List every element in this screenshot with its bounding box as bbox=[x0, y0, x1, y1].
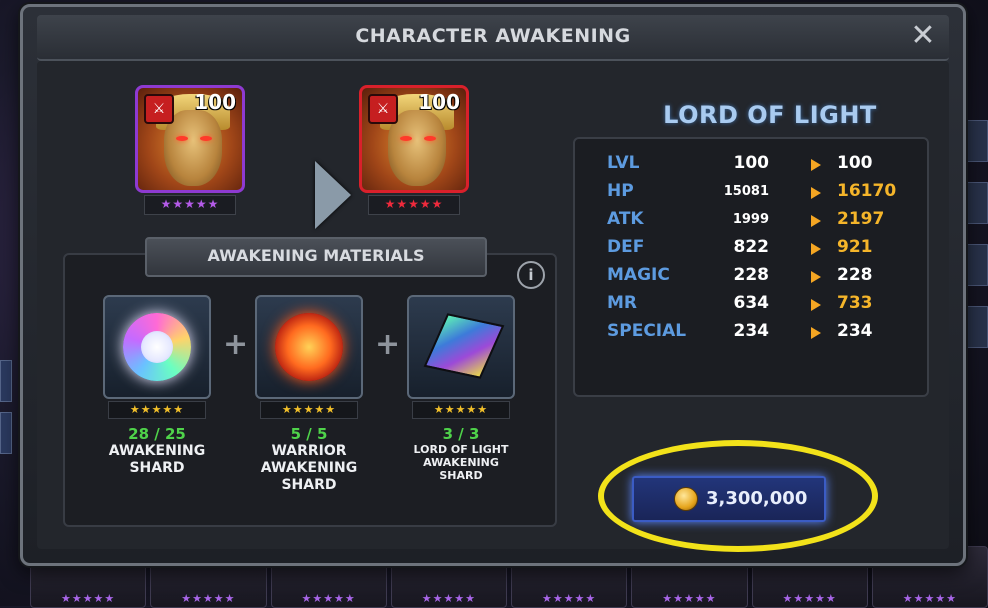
material-item-lord-of-light-shard[interactable]: ★★★★★ 3 / 3 LORD OF LIGHT AWAKENING SHAR… bbox=[403, 295, 519, 482]
portrait-before: ⚔ 100 ★★★★★ bbox=[135, 85, 245, 215]
material-count: 5 / 5 bbox=[290, 425, 328, 443]
arrow-right-icon bbox=[811, 215, 821, 227]
stat-label: HP bbox=[607, 181, 634, 201]
material-count: 3 / 3 bbox=[442, 425, 480, 443]
background-card-stars: ★★★★★ bbox=[902, 592, 958, 605]
warrior-class-icon: ⚔ bbox=[368, 94, 398, 124]
stat-new-value: 733 bbox=[837, 293, 873, 313]
background-card-stars: ★★★★★ bbox=[181, 592, 236, 605]
material-count: 28 / 25 bbox=[128, 425, 186, 443]
background-left-tabs bbox=[0, 360, 12, 464]
stat-new-value: 2197 bbox=[837, 209, 885, 229]
materials-title: AWAKENING MATERIALS bbox=[145, 237, 487, 277]
stat-row-mr: MR 634 733 bbox=[607, 293, 907, 319]
portrait-frame: ⚔ 100 bbox=[135, 85, 245, 193]
stat-old-value: 100 bbox=[733, 153, 770, 173]
stat-label: LVL bbox=[607, 153, 640, 173]
highlight-circle bbox=[598, 440, 878, 552]
character-name: LORD OF LIGHT bbox=[663, 101, 877, 129]
stat-label: MAGIC bbox=[607, 265, 670, 285]
fire-orb-icon bbox=[255, 295, 363, 399]
eye-art bbox=[200, 136, 212, 141]
stat-old-value: 822 bbox=[733, 237, 770, 257]
arrow-right-icon bbox=[811, 299, 821, 311]
warrior-class-icon: ⚔ bbox=[144, 94, 174, 124]
arrow-right-icon bbox=[811, 271, 821, 283]
material-name-line: SHARD bbox=[439, 469, 483, 482]
modal-header: CHARACTER AWAKENING ✕ bbox=[37, 15, 949, 61]
stat-label: ATK bbox=[607, 209, 644, 229]
stat-new-value: 921 bbox=[837, 237, 873, 257]
material-stars: ★★★★★ bbox=[260, 401, 358, 419]
material-name-line: AWAKENING bbox=[108, 443, 206, 459]
stat-row-lvl: LVL 100 100 bbox=[607, 153, 907, 179]
stat-old-value: 228 bbox=[733, 265, 770, 285]
light-cube-icon bbox=[407, 295, 515, 399]
stat-new-value: 16170 bbox=[837, 181, 897, 201]
background-card-stars: ★★★★★ bbox=[421, 592, 477, 605]
material-name-line: SHARD bbox=[281, 477, 337, 493]
eye-art bbox=[176, 136, 188, 141]
arrow-right-icon bbox=[811, 159, 821, 171]
portrait-level: 100 bbox=[194, 90, 236, 114]
background-card-stars: ★★★★★ bbox=[301, 592, 356, 605]
material-name-line: LORD OF LIGHT bbox=[413, 443, 509, 456]
material-item-awakening-shard[interactable]: ★★★★★ 28 / 25 AWAKENING SHARD bbox=[99, 295, 215, 477]
info-icon[interactable]: i bbox=[517, 261, 545, 289]
plus-icon: + bbox=[223, 327, 249, 362]
stat-old-value: 15081 bbox=[723, 184, 769, 199]
background-card-stars: ★★★★★ bbox=[782, 592, 837, 605]
stat-label: DEF bbox=[607, 237, 645, 257]
stat-old-value: 1999 bbox=[732, 212, 769, 227]
arrow-right-icon bbox=[811, 187, 821, 199]
material-name-line: AWAKENING bbox=[260, 460, 358, 476]
arrow-right-icon bbox=[811, 243, 821, 255]
stat-row-special: SPECIAL 234 234 bbox=[607, 321, 907, 347]
stat-label: SPECIAL bbox=[607, 321, 687, 341]
material-name-line: SHARD bbox=[129, 460, 185, 476]
portrait-after: ⚔ 100 ★★★★★ bbox=[359, 85, 469, 215]
star-rating: ★★★★★ bbox=[368, 195, 460, 215]
portrait-frame: ⚔ 100 bbox=[359, 85, 469, 193]
stat-old-value: 234 bbox=[733, 321, 770, 341]
portrait-level: 100 bbox=[418, 90, 460, 114]
material-name-line: WARRIOR bbox=[271, 443, 347, 459]
material-stars: ★★★★★ bbox=[108, 401, 206, 419]
background-card-stars: ★★★★★ bbox=[662, 592, 717, 605]
stat-row-magic: MAGIC 228 228 bbox=[607, 265, 907, 291]
stats-panel: LVL 100 100 HP 15081 16170 ATK 1999 2197… bbox=[573, 137, 929, 397]
stat-new-value: 100 bbox=[837, 153, 873, 173]
rainbow-orb-icon bbox=[103, 295, 211, 399]
material-stars: ★★★★★ bbox=[412, 401, 510, 419]
star-rating: ★★★★★ bbox=[144, 195, 236, 215]
upgrade-arrow-icon bbox=[315, 161, 351, 229]
modal-title: CHARACTER AWAKENING bbox=[355, 25, 631, 47]
eye-art bbox=[400, 136, 412, 141]
stat-label: MR bbox=[607, 293, 638, 313]
arrow-right-icon bbox=[811, 327, 821, 339]
close-button[interactable]: ✕ bbox=[905, 19, 941, 55]
background-card-stars: ★★★★★ bbox=[60, 592, 116, 605]
stat-row-hp: HP 15081 16170 bbox=[607, 181, 907, 207]
plus-icon: + bbox=[375, 327, 401, 362]
awakening-materials-panel: AWAKENING MATERIALS i ★★★★★ 28 / 25 AWAK… bbox=[63, 237, 557, 527]
stat-row-atk: ATK 1999 2197 bbox=[607, 209, 907, 235]
stat-new-value: 234 bbox=[837, 321, 873, 341]
stat-row-def: DEF 822 921 bbox=[607, 237, 907, 263]
material-name-line: AWAKENING bbox=[423, 456, 499, 469]
stat-old-value: 634 bbox=[733, 293, 770, 313]
background-card-stars: ★★★★★ bbox=[541, 592, 597, 605]
material-item-warrior-shard[interactable]: ★★★★★ 5 / 5 WARRIOR AWAKENING SHARD bbox=[251, 295, 367, 494]
eye-art bbox=[424, 136, 436, 141]
stat-new-value: 228 bbox=[837, 265, 873, 285]
